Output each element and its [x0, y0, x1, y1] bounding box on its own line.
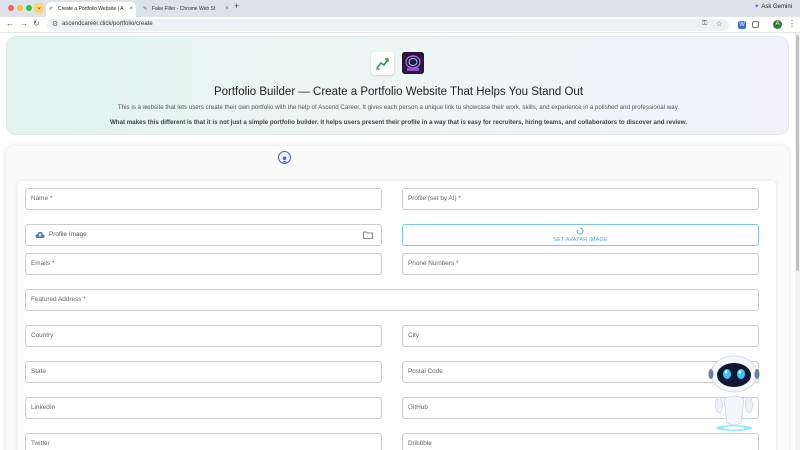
profile-image-upload[interactable]: Profile Image — [25, 224, 382, 246]
tab-fake-filler[interactable]: ✎ Fake Filler - Chrome Web St × — [140, 2, 232, 17]
browser-tab-strip: ⌄ ✐ Create a Portfolio Website | A × ✎ F… — [0, 0, 800, 17]
close-tab-icon[interactable]: × — [129, 2, 133, 16]
bookmark-star-icon[interactable]: ☆ — [716, 20, 722, 28]
ask-gemini-button[interactable]: ✦ Ask Gemini — [754, 3, 792, 10]
page-viewport: Portfolio Builder — Create a Portfolio W… — [0, 33, 800, 450]
forward-arrow-icon[interactable]: → — [20, 19, 28, 28]
minimize-window-button[interactable] — [17, 5, 23, 11]
browser-menu-icon[interactable]: ⋮ — [788, 19, 796, 28]
robot-assistant-icon[interactable] — [706, 353, 762, 433]
dribbble-label: Dribbble — [408, 440, 432, 447]
address-bar[interactable]: ⚙ ascendcareer.click/portfolio/create ⚿ … — [47, 19, 729, 31]
name-field[interactable]: Name * — [25, 188, 382, 210]
folder-icon[interactable] — [363, 231, 373, 239]
reload-icon[interactable]: ↻ — [33, 19, 40, 28]
profile-image-label: Profile Image — [49, 231, 87, 238]
github-label: GitHub — [408, 404, 428, 411]
url-text: ascendcareer.click/portfolio/create — [62, 21, 153, 27]
country-label: Country — [31, 332, 54, 339]
dribbble-field[interactable]: Dribbble — [402, 433, 759, 450]
hero-banner: Portfolio Builder — Create a Portfolio W… — [6, 36, 789, 135]
emails-field[interactable]: Emails * — [25, 253, 382, 275]
tab-title: Create a Portfolio Website | A — [58, 6, 124, 12]
twitter-label: Twitter — [31, 440, 50, 447]
city-label: City — [408, 332, 420, 339]
country-field[interactable]: Country — [25, 325, 382, 347]
state-label: State — [31, 368, 46, 375]
name-label: Name * — [31, 195, 53, 202]
new-tab-button[interactable]: + — [234, 1, 239, 11]
state-field[interactable]: State — [25, 361, 382, 383]
side-panel-icon[interactable] — [752, 21, 759, 28]
neon-brain-logo-icon — [402, 52, 424, 74]
browser-toolbar: ← → ↻ ⚙ ascendcareer.click/portfolio/cre… — [0, 17, 800, 33]
emails-label: Emails * — [31, 260, 55, 267]
tab-create-portfolio[interactable]: ✐ Create a Portfolio Website | A × — [46, 2, 136, 17]
hero-description: This is a website that lets users create… — [117, 104, 680, 111]
tab-favicon-icon: ✎ — [143, 6, 148, 12]
profile-label: Profile (set by AI) * — [408, 195, 461, 202]
tab-favicon-icon: ✐ — [49, 6, 54, 12]
chart-logo-icon — [371, 52, 394, 75]
twitter-field[interactable]: Twitter — [25, 433, 382, 450]
set-avatar-image-button[interactable]: SET AVATAR IMAGE — [402, 224, 759, 246]
city-field[interactable]: City — [402, 325, 759, 347]
close-window-button[interactable] — [8, 5, 14, 11]
linkedin-field[interactable]: LinkedIn — [25, 397, 382, 419]
ask-gemini-label: Ask Gemini — [761, 4, 792, 10]
close-tab-icon[interactable]: × — [225, 2, 229, 16]
site-info-icon[interactable]: ⚙ — [52, 20, 58, 28]
linkedin-label: LinkedIn — [31, 404, 56, 411]
set-avatar-label: SET AVATAR IMAGE — [553, 237, 608, 243]
password-key-icon[interactable]: ⚿ — [702, 20, 707, 28]
maximize-window-button[interactable] — [26, 5, 32, 11]
featured-address-label: Featured Address * — [31, 296, 86, 303]
user-profile-step-icon[interactable] — [278, 151, 291, 164]
hero-subtitle: What makes this different is that it is … — [109, 119, 688, 126]
tab-title: Fake Filler - Chrome Web St — [152, 6, 216, 12]
phone-numbers-label: Phone Numbers * — [408, 260, 459, 267]
profile-avatar[interactable]: A — [773, 20, 782, 29]
loading-spinner-icon — [576, 227, 584, 235]
scrollbar-thumb[interactable] — [796, 35, 799, 271]
phone-numbers-field[interactable]: Phone Numbers * — [402, 253, 759, 275]
extension-icon[interactable]: W — [738, 21, 746, 29]
cloud-upload-icon — [35, 232, 45, 238]
tab-search-icon[interactable]: ⌄ — [34, 3, 44, 13]
back-arrow-icon[interactable]: ← — [6, 19, 14, 28]
page-title: Portfolio Builder — Create a Portfolio W… — [213, 86, 584, 98]
profile-field[interactable]: Profile (set by AI) * — [402, 188, 759, 210]
postal-code-label: Postal Code — [408, 368, 443, 375]
gemini-spark-icon: ✦ — [754, 4, 760, 10]
featured-address-field[interactable]: Featured Address * — [25, 289, 759, 311]
